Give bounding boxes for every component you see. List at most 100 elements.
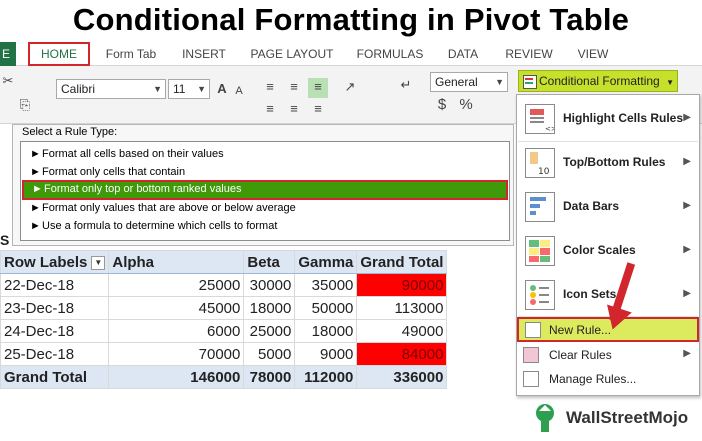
data-bars-icon <box>525 192 555 222</box>
gamma-total-cell[interactable]: 112000 <box>294 365 358 389</box>
alpha-cell[interactable]: 70000 <box>108 342 245 366</box>
header-gamma[interactable]: Gamma <box>294 250 358 274</box>
row-label-cell[interactable]: 23-Dec-18 <box>0 296 110 320</box>
beta-cell[interactable]: 25000 <box>243 319 296 343</box>
beta-total-cell[interactable]: 78000 <box>243 365 296 389</box>
menu-item-data-bars[interactable]: Data Bars ▶ <box>517 188 699 228</box>
menu-item-manage-rules[interactable]: Manage Rules... <box>517 368 699 390</box>
conditional-formatting-icon <box>523 75 537 89</box>
beta-cell[interactable]: 5000 <box>243 342 296 366</box>
table-row: 24-Dec-18 6000 25000 18000 49000 <box>0 319 448 343</box>
alpha-cell[interactable]: 25000 <box>108 273 245 297</box>
chevron-down-icon: ▼ <box>153 84 162 94</box>
chevron-right-icon: ▶ <box>683 112 691 123</box>
tab-file[interactable]: E <box>0 42 16 66</box>
rule-type-text: Use a formula to determine which cells t… <box>42 220 278 232</box>
rule-type-text: Format all cells based on their values <box>42 148 224 160</box>
row-label-cell[interactable]: 25-Dec-18 <box>0 342 110 366</box>
rule-type-option-selected[interactable]: ►Format only top or bottom ranked values <box>22 180 508 200</box>
chevron-right-icon: ▶ <box>683 288 691 299</box>
eraser-icon <box>523 347 539 363</box>
rule-type-option[interactable]: ►Format only values that are above or be… <box>22 199 508 217</box>
align-center-icon[interactable]: ≡ <box>284 100 304 120</box>
align-bottom-icon[interactable]: ≡ <box>308 78 328 98</box>
tab-form-tab[interactable]: Form Tab <box>100 42 162 66</box>
beta-cell[interactable]: 30000 <box>243 273 296 297</box>
font-size-value: 11 <box>173 82 186 96</box>
percent-button[interactable]: % <box>458 96 474 116</box>
top-bottom-icon-number: 10 <box>538 167 550 177</box>
number-format-value: General <box>435 75 478 89</box>
rule-type-option[interactable]: ►Use a formula to determine which cells … <box>22 217 508 235</box>
alpha-cell[interactable]: 6000 <box>108 319 245 343</box>
chevron-down-icon: ▼ <box>495 77 504 87</box>
tab-home[interactable]: HOME <box>28 42 90 66</box>
rule-type-text: Format only cells that contain <box>42 166 186 178</box>
number-format-select[interactable]: General ▼ <box>430 72 508 92</box>
currency-button[interactable]: $ <box>434 96 450 116</box>
menu-item-label: Data Bars <box>563 199 620 213</box>
paste-icon[interactable]: ✂ <box>2 72 14 90</box>
menu-item-label: Clear Rules <box>549 348 612 362</box>
tab-formulas[interactable]: FORMULAS <box>352 42 428 66</box>
header-beta[interactable]: Beta <box>243 250 296 274</box>
menu-item-color-scales[interactable]: Color Scales ▶ <box>517 232 699 272</box>
gamma-cell[interactable]: 9000 <box>294 342 358 366</box>
tab-data[interactable]: DATA <box>440 42 486 66</box>
grand-total-cell[interactable]: 49000 <box>356 319 448 343</box>
copy-icon[interactable]: ⎘ <box>14 96 36 114</box>
filter-dropdown-icon[interactable]: ▼ <box>91 255 106 270</box>
tab-review[interactable]: REVIEW <box>500 42 558 66</box>
grand-total-cell-highlighted[interactable]: 84000 <box>356 342 448 366</box>
align-left-icon[interactable]: ≡ <box>260 100 280 120</box>
menu-item-clear-rules[interactable]: Clear Rules ▶ <box>517 344 699 366</box>
overall-total-cell[interactable]: 336000 <box>356 365 448 389</box>
wrap-text-icon[interactable]: ↵ <box>396 76 416 98</box>
grand-total-cell[interactable]: 113000 <box>356 296 448 320</box>
header-row-labels[interactable]: Row Labels ▼ <box>0 250 110 274</box>
menu-item-label: Color Scales <box>563 243 636 257</box>
menu-item-highlight-cells-rules[interactable]: <> Highlight Cells Rules ▶ <box>517 100 699 140</box>
table-row: 22-Dec-18 25000 30000 35000 90000 <box>0 273 448 297</box>
font-size-select[interactable]: 11 ▼ <box>168 79 210 99</box>
top-bottom-icon: 10 <box>525 148 555 178</box>
rule-type-option[interactable]: ►Format only cells that contain <box>22 163 508 181</box>
color-scales-icon <box>525 236 555 266</box>
conditional-formatting-button[interactable]: Conditional Formatting ▼ <box>518 70 678 92</box>
row-label-cell[interactable]: 24-Dec-18 <box>0 319 110 343</box>
new-rule-icon <box>525 322 541 338</box>
tab-view[interactable]: VIEW <box>570 42 616 66</box>
arrow-right-icon: ► <box>32 183 43 195</box>
align-top-icon[interactable]: ≡ <box>260 78 280 98</box>
table-row: 23-Dec-18 45000 18000 50000 113000 <box>0 296 448 320</box>
alpha-total-cell[interactable]: 146000 <box>108 365 245 389</box>
rule-type-option[interactable]: ►Format all cells based on their values <box>22 145 508 163</box>
header-grand-total[interactable]: Grand Total <box>356 250 448 274</box>
menu-item-label: Top/Bottom Rules <box>563 155 666 169</box>
tab-insert[interactable]: INSERT <box>176 42 232 66</box>
logo-icon <box>536 404 554 432</box>
align-right-icon[interactable]: ≡ <box>308 100 328 120</box>
tab-page-layout[interactable]: PAGE LAYOUT <box>246 42 338 66</box>
header-alpha[interactable]: Alpha <box>108 250 245 274</box>
grand-total-label[interactable]: Grand Total <box>0 365 110 389</box>
beta-cell[interactable]: 18000 <box>243 296 296 320</box>
grow-font-icon[interactable]: A <box>214 80 230 98</box>
chevron-down-icon: ▼ <box>666 78 674 87</box>
grand-total-cell-highlighted[interactable]: 90000 <box>356 273 448 297</box>
gamma-cell[interactable]: 18000 <box>294 319 358 343</box>
menu-item-label: Highlight Cells Rules <box>563 111 684 125</box>
font-name-select[interactable]: Calibri ▼ <box>56 79 166 99</box>
arrow-right-icon: ► <box>30 220 41 232</box>
shrink-font-icon[interactable]: A <box>232 82 246 98</box>
alpha-cell[interactable]: 45000 <box>108 296 245 320</box>
pivot-header-row: Row Labels ▼ Alpha Beta Gamma Grand Total <box>0 250 448 274</box>
menu-item-top-bottom-rules[interactable]: 10 Top/Bottom Rules ▶ <box>517 144 699 184</box>
gamma-cell[interactable]: 35000 <box>294 273 358 297</box>
row-label-cell[interactable]: 22-Dec-18 <box>0 273 110 297</box>
orientation-icon[interactable]: ↗ <box>340 78 360 98</box>
gamma-cell[interactable]: 50000 <box>294 296 358 320</box>
align-middle-icon[interactable]: ≡ <box>284 78 304 98</box>
grand-total-row: Grand Total 146000 78000 112000 336000 <box>0 365 448 389</box>
arrow-right-icon: ► <box>30 166 41 178</box>
